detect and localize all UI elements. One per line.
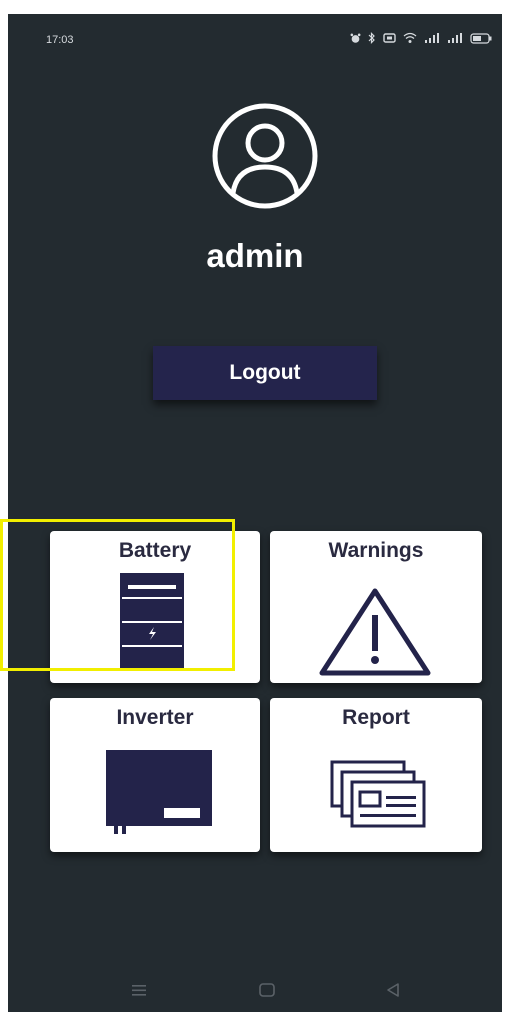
vibrate-icon [383, 33, 396, 43]
status-bar: 17:03 [8, 14, 502, 70]
status-time: 17:03 [46, 34, 74, 46]
report-tile-label: Report [342, 706, 410, 729]
status-icons [350, 32, 492, 44]
wifi-icon [403, 32, 417, 43]
inverter-tile-label: Inverter [116, 706, 194, 729]
bluetooth-icon [368, 32, 375, 44]
user-avatar-icon [212, 103, 318, 209]
report-tile[interactable]: Report [270, 698, 482, 852]
home-icon[interactable] [258, 982, 276, 998]
inverter-tile[interactable]: Inverter [50, 698, 260, 852]
signal-icon [448, 33, 462, 43]
signal-icon [425, 33, 439, 43]
app-screen: 17:03 admin Logout Battery Warnings Inve… [8, 14, 502, 1012]
navigation-bar [8, 972, 502, 1012]
highlight-box [0, 519, 235, 671]
warnings-tile[interactable]: Warnings [270, 531, 482, 683]
back-icon[interactable] [384, 982, 402, 998]
inverter-icon [106, 750, 212, 834]
report-cards-icon [330, 760, 426, 828]
battery-icon [470, 32, 492, 44]
username: admin [206, 237, 304, 274]
warning-triangle-icon [319, 588, 431, 676]
alarm-icon [350, 33, 361, 43]
menu-icon[interactable] [130, 982, 148, 998]
logout-button[interactable]: Logout [153, 346, 377, 400]
warnings-tile-label: Warnings [328, 539, 424, 562]
